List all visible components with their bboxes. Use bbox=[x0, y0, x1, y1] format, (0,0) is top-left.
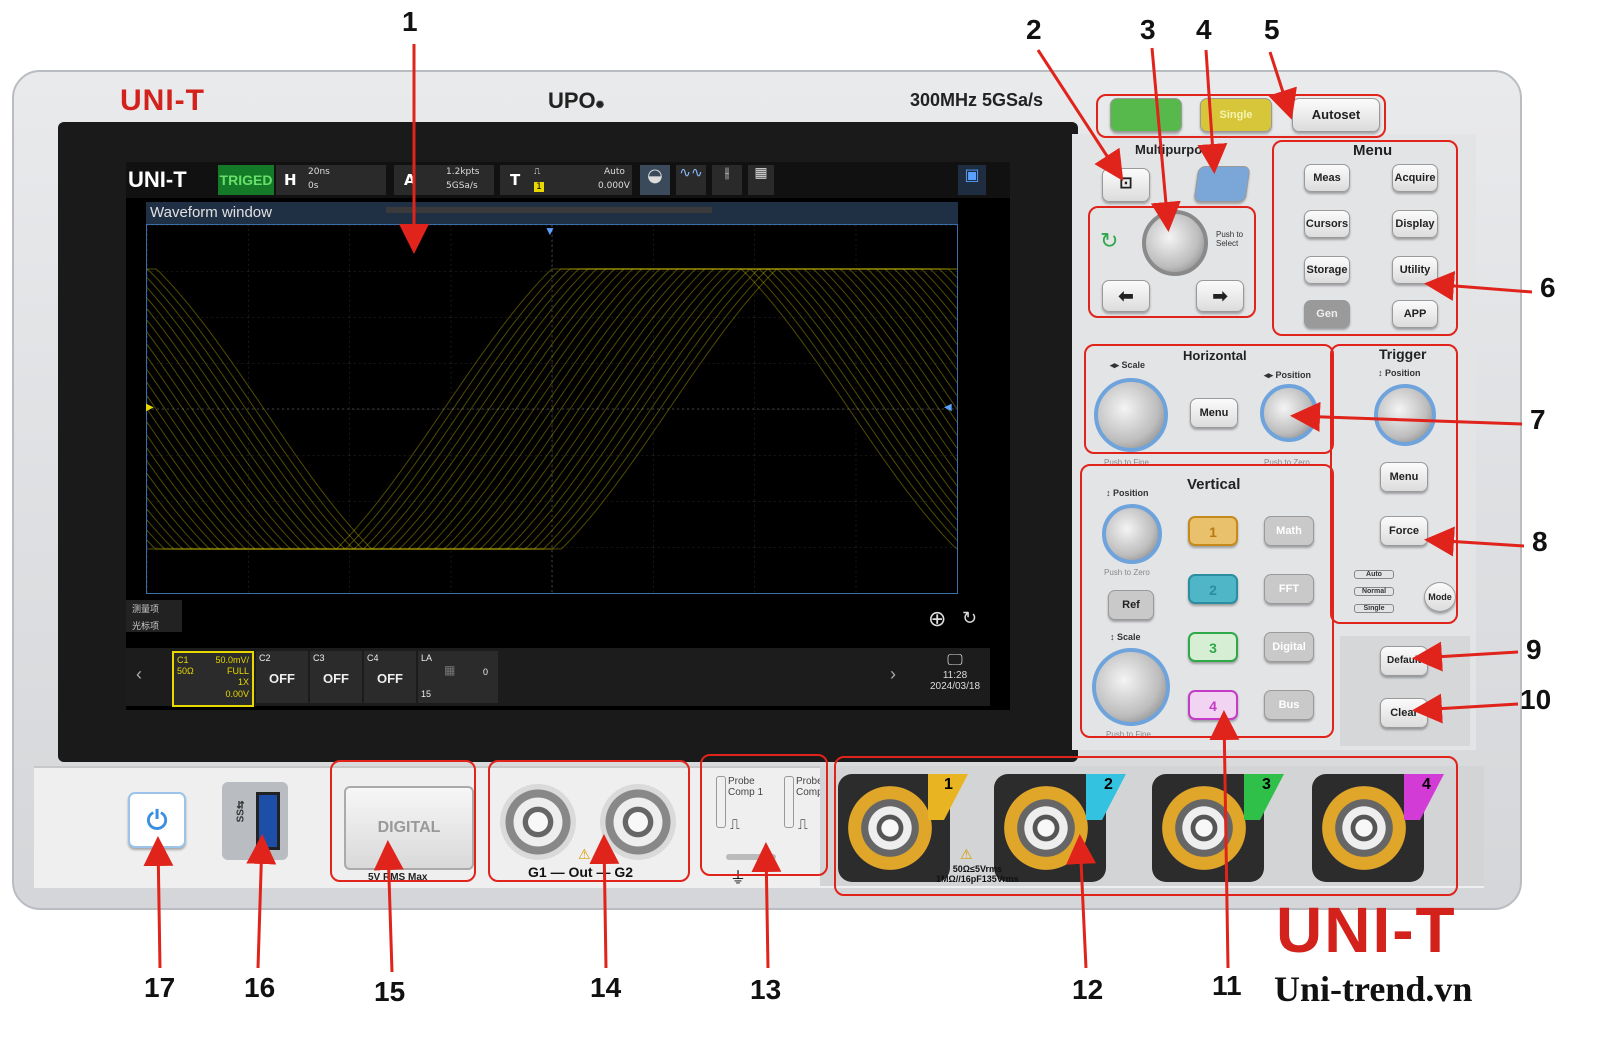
callout-number-15: 15 bbox=[374, 976, 406, 1007]
callout-number-14: 14 bbox=[590, 972, 622, 1003]
callout-number-11: 11 bbox=[1212, 970, 1242, 1001]
callout-number-3: 3 bbox=[1140, 14, 1156, 45]
callout-number-7: 7 bbox=[1530, 404, 1546, 435]
callout-number-12: 12 bbox=[1072, 974, 1104, 1005]
watermark-site: Uni-trend.vn bbox=[1274, 969, 1473, 1009]
callout-number-9: 9 bbox=[1526, 634, 1542, 665]
callout-number-1: 1 bbox=[402, 6, 418, 37]
callout-number-6: 6 bbox=[1540, 272, 1556, 303]
callout-arrows bbox=[143, 44, 1533, 973]
callout-number-17: 17 bbox=[144, 972, 176, 1003]
callout-number-10: 10 bbox=[1520, 684, 1552, 715]
callout-number-2: 2 bbox=[1026, 14, 1042, 45]
callout-number-5: 5 bbox=[1264, 14, 1280, 45]
callout-number-13: 13 bbox=[750, 974, 782, 1005]
callout-number-8: 8 bbox=[1532, 526, 1548, 557]
watermark-logo: UNI-T bbox=[1276, 894, 1457, 966]
callout-number-4: 4 bbox=[1196, 14, 1212, 45]
callout-number-16: 16 bbox=[244, 972, 276, 1003]
